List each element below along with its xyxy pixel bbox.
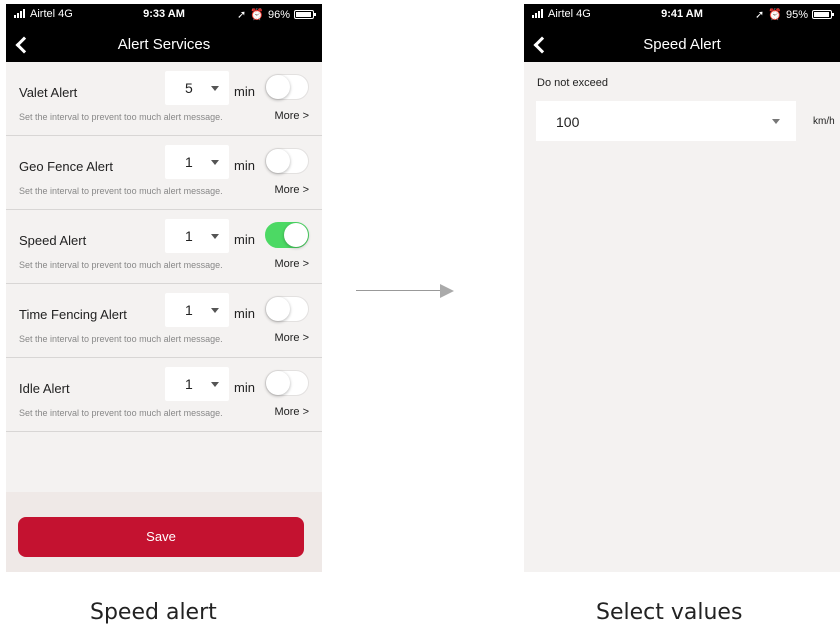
battery-percent: 95% [785, 8, 808, 21]
alert-toggle[interactable] [265, 148, 309, 174]
more-link[interactable]: More > [274, 110, 309, 122]
more-link[interactable]: More > [274, 332, 309, 344]
chevron-down-icon [772, 119, 780, 124]
status-bar: Airtel 4G 9:41 AM ➚ ⏰ 95% [524, 4, 840, 26]
speed-alert-screen: Airtel 4G 9:41 AM ➚ ⏰ 95% Speed Alert Do… [524, 4, 840, 572]
caption-right: Select values [596, 600, 743, 625]
battery-percent: 96% [267, 8, 290, 21]
alert-row-time-fencing: Time Fencing Alert 1 min Set the interva… [6, 284, 322, 358]
alert-name: Time Fencing Alert [19, 307, 127, 322]
alert-name: Idle Alert [19, 381, 70, 396]
toggle-knob [266, 149, 290, 173]
battery-icon [294, 10, 316, 19]
interval-select[interactable]: 5 [165, 71, 229, 105]
interval-select[interactable]: 1 [165, 367, 229, 401]
chevron-down-icon [211, 160, 219, 165]
interval-unit: min [234, 306, 255, 321]
alert-row-idle: Idle Alert 1 min Set the interval to pre… [6, 358, 322, 432]
speed-unit: km/h [813, 116, 835, 127]
alert-row-geo-fence: Geo Fence Alert 1 min Set the interval t… [6, 136, 322, 210]
location-arrow-icon: ➚ [755, 9, 765, 21]
toggle-knob [284, 223, 308, 247]
interval-value: 5 [185, 80, 193, 96]
page-title: Alert Services [117, 36, 211, 53]
navigation-bar: Airtel 4G 9:41 AM ➚ ⏰ 95% Speed Alert [524, 4, 840, 62]
interval-select[interactable]: 1 [165, 293, 229, 327]
more-link[interactable]: More > [274, 258, 309, 270]
battery-fill [814, 12, 830, 17]
right-arrow-icon [356, 284, 456, 298]
save-button[interactable]: Save [18, 517, 304, 557]
alert-toggle[interactable] [265, 74, 309, 100]
location-arrow-icon: ➚ [237, 9, 247, 21]
alert-services-screen: Airtel 4G 9:33 AM ➚ ⏰ 96% Alert Services… [6, 4, 322, 572]
navigation-bar: Airtel 4G 9:33 AM ➚ ⏰ 96% Alert Services [6, 4, 322, 62]
field-label: Do not exceed [537, 77, 608, 89]
alert-description: Set the interval to prevent too much ale… [19, 186, 223, 196]
battery-icon [812, 10, 834, 19]
alert-description: Set the interval to prevent too much ale… [19, 408, 223, 418]
more-link[interactable]: More > [274, 184, 309, 196]
alert-row-valet: Valet Alert 5 min Set the interval to pr… [6, 62, 322, 136]
interval-select[interactable]: 1 [165, 219, 229, 253]
alarm-icon: ⏰ [250, 9, 264, 21]
toggle-knob [266, 371, 290, 395]
chevron-down-icon [211, 308, 219, 313]
interval-value: 1 [185, 228, 193, 244]
chevron-down-icon [211, 234, 219, 239]
interval-unit: min [234, 84, 255, 99]
toggle-knob [266, 297, 290, 321]
alert-description: Set the interval to prevent too much ale… [19, 334, 223, 344]
alert-toggle[interactable] [265, 296, 309, 322]
alert-row-speed: Speed Alert 1 min Set the interval to pr… [6, 210, 322, 284]
arrow-line [356, 290, 442, 291]
page-title: Speed Alert [643, 36, 721, 53]
toggle-knob [266, 75, 290, 99]
arrow-head [440, 284, 454, 298]
interval-value: 1 [185, 302, 193, 318]
interval-unit: min [234, 158, 255, 173]
alert-name: Speed Alert [19, 233, 87, 248]
battery-fill [296, 12, 312, 17]
alert-toggle[interactable] [265, 370, 309, 396]
alert-description: Set the interval to prevent too much ale… [19, 112, 223, 122]
caption-left: Speed alert [90, 600, 217, 625]
alert-description: Set the interval to prevent too much ale… [19, 260, 223, 270]
speed-value: 100 [556, 114, 580, 130]
interval-select[interactable]: 1 [165, 145, 229, 179]
interval-value: 1 [185, 376, 193, 392]
status-bar: Airtel 4G 9:33 AM ➚ ⏰ 96% [6, 4, 322, 26]
more-link[interactable]: More > [274, 406, 309, 418]
alarm-icon: ⏰ [768, 9, 782, 21]
speed-limit-select[interactable]: 100 [536, 101, 796, 141]
chevron-down-icon [211, 86, 219, 91]
save-area: Save [6, 492, 322, 572]
alert-name: Valet Alert [19, 85, 78, 100]
chevron-down-icon [211, 382, 219, 387]
alert-name: Geo Fence Alert [19, 159, 113, 174]
alert-toggle[interactable] [265, 222, 309, 248]
interval-unit: min [234, 232, 255, 247]
interval-value: 1 [185, 154, 193, 170]
interval-unit: min [234, 380, 255, 395]
